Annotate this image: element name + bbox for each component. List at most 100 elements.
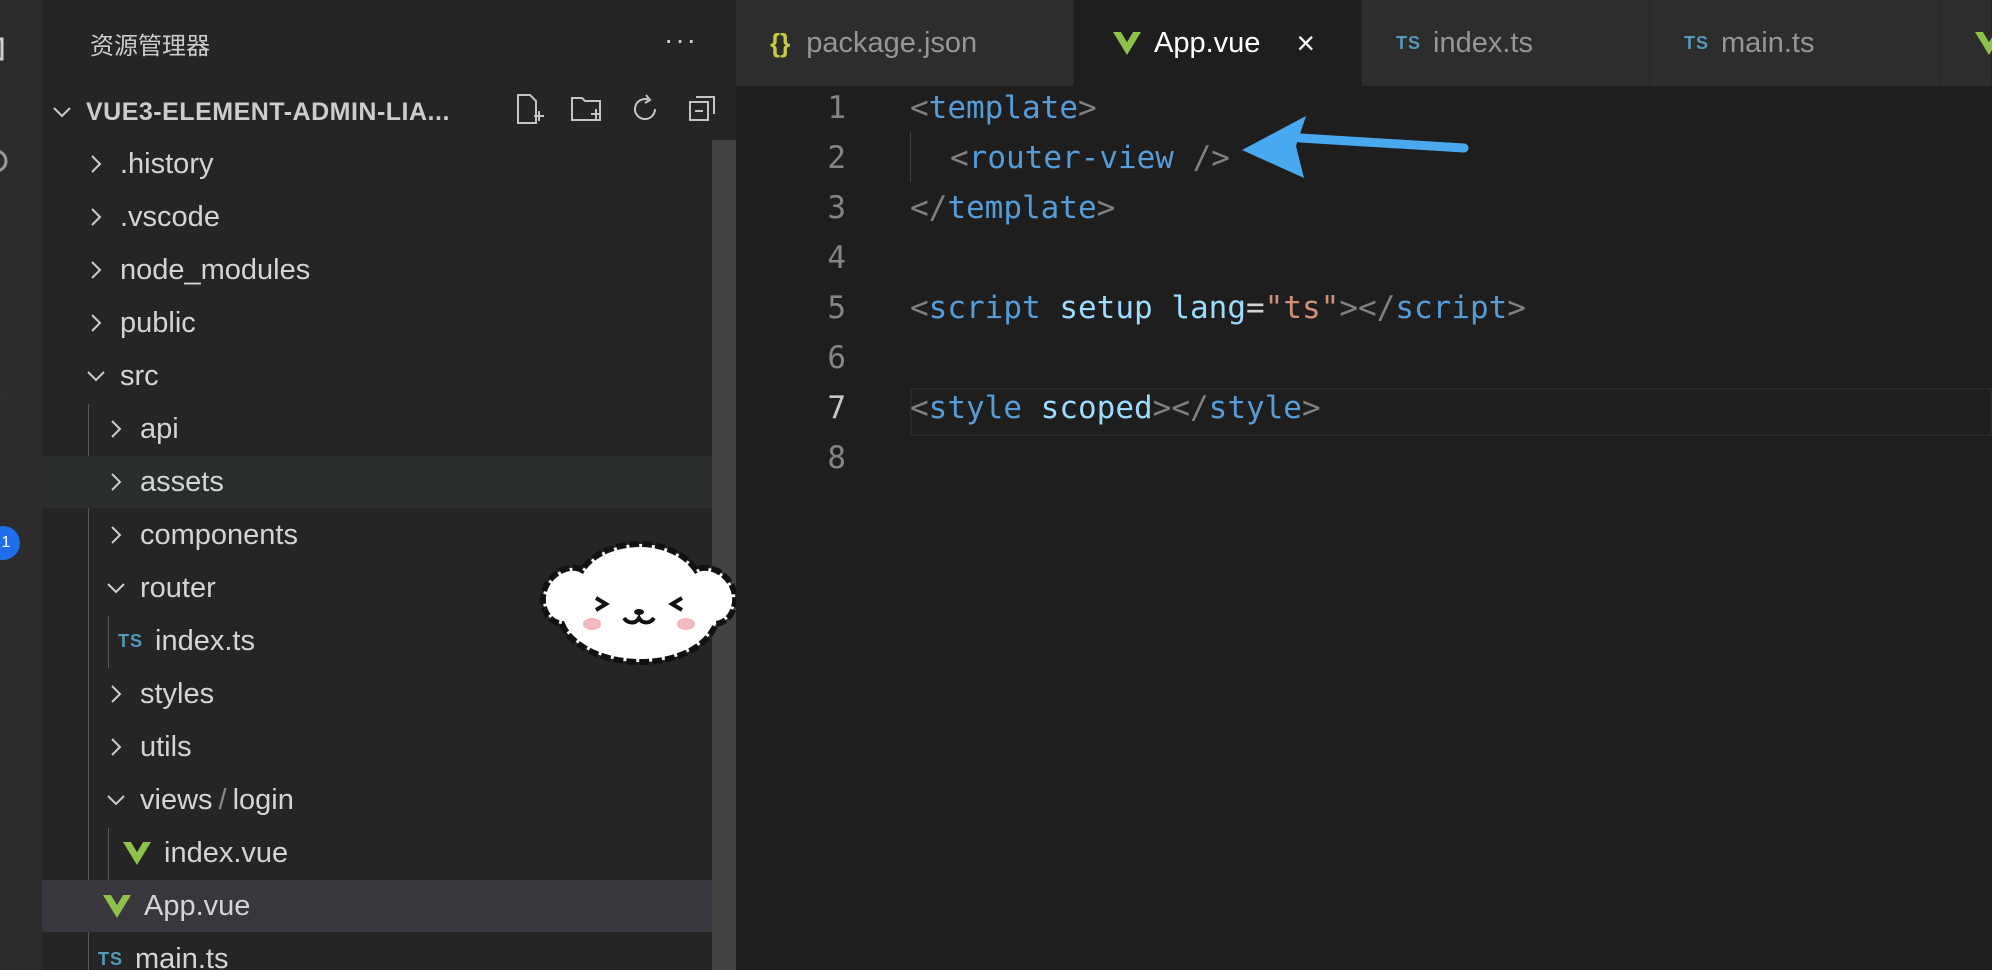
tree-item-label: router bbox=[140, 571, 216, 604]
chevron-down-icon bbox=[107, 583, 125, 594]
tree-item-assets[interactable]: assets bbox=[42, 456, 736, 508]
tab-app-vue[interactable]: App.vue × bbox=[1074, 0, 1362, 86]
tree-item-label: views bbox=[140, 783, 213, 816]
tree-item-main-ts[interactable]: TS main.ts bbox=[42, 933, 736, 970]
tree-item-label: api bbox=[140, 412, 179, 445]
tab-overflow-vue[interactable] bbox=[1940, 0, 1992, 86]
chevron-down-icon bbox=[107, 795, 125, 806]
chevron-right-icon bbox=[111, 420, 122, 438]
tree-item-label: .history bbox=[120, 147, 214, 180]
line-number: 3 bbox=[827, 190, 846, 226]
code-token: > bbox=[1077, 90, 1097, 126]
tree-item-label-compact: login bbox=[232, 783, 294, 816]
code-line-2: <router-view /> bbox=[950, 140, 1230, 176]
code-token: script bbox=[928, 290, 1041, 326]
tree-item-public[interactable]: public bbox=[42, 297, 736, 349]
typescript-file-icon: TS bbox=[1684, 32, 1710, 53]
tree-item-label: src bbox=[120, 359, 159, 392]
tree-item-label: main.ts bbox=[135, 942, 229, 970]
tab-label: index.ts bbox=[1433, 26, 1533, 59]
tab-label: main.ts bbox=[1721, 26, 1815, 59]
code-token: < bbox=[910, 390, 929, 426]
editor-tabs: {} package.json App.vue × TS index.ts TS… bbox=[736, 0, 1992, 86]
code-token: ></ bbox=[1152, 390, 1209, 426]
line-number: 8 bbox=[827, 440, 846, 476]
chevron-right-icon bbox=[91, 155, 102, 173]
explorer-icon[interactable] bbox=[0, 36, 12, 62]
code-token: router-view bbox=[968, 140, 1174, 176]
root-folder-label: VUE3-ELEMENT-ADMIN-LIA... bbox=[86, 97, 450, 126]
collapse-all-icon[interactable] bbox=[686, 92, 720, 126]
tree-item-api[interactable]: api bbox=[42, 403, 736, 455]
chevron-right-icon bbox=[91, 314, 102, 332]
tree-item-app-vue[interactable]: App.vue bbox=[42, 880, 736, 932]
new-folder-icon[interactable] bbox=[570, 92, 604, 126]
code-token: lang bbox=[1171, 290, 1246, 326]
typescript-file-icon: TS bbox=[98, 948, 124, 969]
close-tab-icon[interactable]: × bbox=[1296, 25, 1315, 62]
tab-main-ts[interactable]: TS main.ts bbox=[1650, 0, 1940, 86]
code-token: > bbox=[1096, 190, 1116, 226]
tab-label: package.json bbox=[806, 26, 978, 59]
code-editor[interactable]: 1 2 3 4 5 6 7 8 <template> <router-view … bbox=[736, 86, 1992, 970]
tree-item-label: components bbox=[140, 518, 298, 551]
tree-item-utils[interactable]: utils bbox=[42, 721, 736, 773]
code-token: /> bbox=[1173, 140, 1230, 176]
line-number: 5 bbox=[827, 290, 846, 326]
testing-icon[interactable] bbox=[0, 734, 12, 760]
tree-item-label: node_modules bbox=[120, 253, 311, 286]
line-number: 6 bbox=[827, 340, 846, 376]
tree-item-label: public bbox=[120, 306, 196, 339]
chevron-right-icon bbox=[111, 473, 122, 491]
typescript-file-icon: TS bbox=[1396, 32, 1422, 53]
tree-item-views-login[interactable]: views / login bbox=[42, 774, 736, 826]
code-line-3: </template> bbox=[910, 190, 1115, 226]
explorer-sidebar: 资源管理器 ··· VUE3-ELEMENT-ADMIN-LIA... .his… bbox=[42, 0, 736, 970]
tree-item-vscode[interactable]: .vscode bbox=[42, 191, 736, 243]
code-token: < bbox=[950, 140, 969, 176]
code-token: setup bbox=[1059, 290, 1153, 326]
code-token: scoped bbox=[1040, 390, 1153, 426]
more-actions-button[interactable]: ··· bbox=[664, 24, 698, 56]
code-token: < bbox=[910, 90, 929, 126]
code-token: template bbox=[947, 190, 1097, 226]
code-token: </ bbox=[910, 190, 948, 226]
indent-guide bbox=[910, 132, 911, 182]
tree-item-node-modules[interactable]: node_modules bbox=[42, 244, 736, 296]
extensions-icon[interactable] bbox=[0, 490, 12, 516]
chevron-right-icon bbox=[91, 261, 102, 279]
source-control-icon[interactable] bbox=[0, 264, 12, 290]
code-token: script bbox=[1395, 290, 1508, 326]
tree-item-label: index.vue bbox=[164, 836, 289, 869]
annotation-arrow-icon bbox=[1242, 116, 1469, 178]
tree-item-src[interactable]: src bbox=[42, 350, 736, 402]
path-separator: / bbox=[218, 783, 227, 816]
tree-item-styles[interactable]: styles bbox=[42, 668, 736, 720]
line-number: 4 bbox=[827, 240, 846, 276]
chevron-right-icon bbox=[111, 738, 122, 756]
tree-item-login-index-vue[interactable]: index.vue bbox=[42, 827, 736, 879]
code-line-1: <template> bbox=[910, 90, 1097, 126]
tree-item-history[interactable]: .history bbox=[42, 138, 736, 190]
line-number: 1 bbox=[827, 90, 846, 126]
search-icon[interactable] bbox=[0, 148, 12, 174]
dog-sticker bbox=[539, 540, 736, 666]
vue-file-icon bbox=[1975, 32, 1992, 55]
new-file-icon[interactable] bbox=[512, 92, 546, 126]
code-token: style bbox=[1208, 390, 1302, 426]
remote-icon[interactable] bbox=[0, 614, 12, 640]
tree-item-label: .vscode bbox=[120, 200, 220, 233]
refresh-icon[interactable] bbox=[628, 92, 662, 126]
tab-package-json[interactable]: {} package.json bbox=[736, 0, 1074, 86]
typescript-file-icon: TS bbox=[118, 630, 144, 651]
tab-index-ts[interactable]: TS index.ts bbox=[1362, 0, 1650, 86]
tree-item-label: assets bbox=[140, 465, 224, 498]
explorer-title: 资源管理器 bbox=[90, 33, 210, 60]
tree-item-label: utils bbox=[140, 730, 192, 763]
code-token: = bbox=[1245, 290, 1265, 326]
chevron-right-icon bbox=[91, 208, 102, 226]
chevron-down-icon bbox=[87, 371, 105, 382]
code-token: < bbox=[910, 290, 929, 326]
run-debug-icon[interactable] bbox=[0, 386, 12, 412]
code-token: ></ bbox=[1339, 290, 1396, 326]
